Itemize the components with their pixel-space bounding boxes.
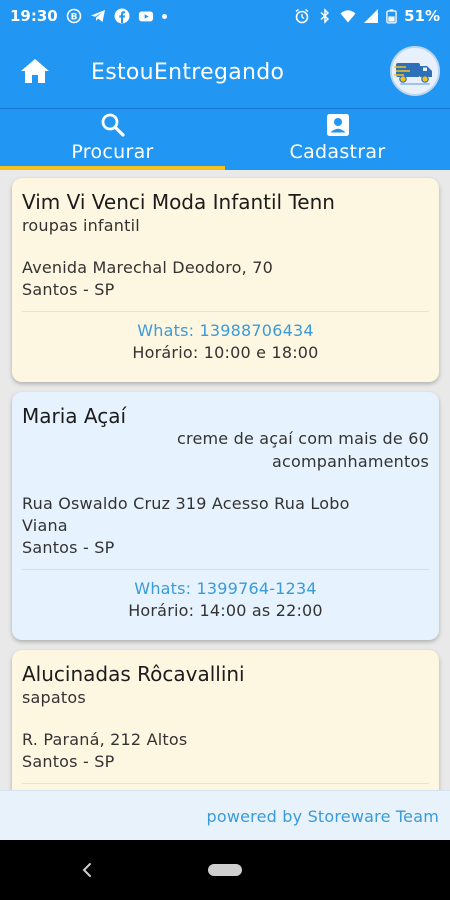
store-description: sapatos xyxy=(22,688,86,707)
search-icon xyxy=(101,113,125,137)
store-card[interactable]: Alucinadas Rôcavallini sapatos R. Paraná… xyxy=(12,650,439,790)
alarm-icon xyxy=(295,8,309,24)
dot-icon xyxy=(161,13,167,19)
signal-icon xyxy=(364,9,379,23)
store-description-cont: acompanhamentos xyxy=(272,452,429,471)
wifi-icon xyxy=(340,10,356,23)
tab-cadastrar-label: Cadastrar xyxy=(289,141,386,163)
store-city: Santos - SP xyxy=(22,538,115,557)
status-bar: 19:30 B 51% xyxy=(0,0,450,32)
store-address: Avenida Marechal Deodoro, 70 xyxy=(22,258,273,277)
battery-percent: 51% xyxy=(404,7,440,25)
system-nav-bar xyxy=(0,840,450,900)
back-icon[interactable] xyxy=(80,862,94,878)
telegram-icon xyxy=(90,10,105,22)
store-delivery-logo[interactable] xyxy=(390,46,440,96)
whatsapp-link[interactable]: Whats: 13988706434 xyxy=(12,321,439,340)
powered-by-link[interactable]: powered by Storeware Team xyxy=(206,807,439,826)
card-divider xyxy=(22,311,429,312)
store-hours: Horário: 14:00 as 22:00 xyxy=(128,601,323,620)
tabs-divider xyxy=(0,108,450,109)
store-address: Rua Oswaldo Cruz 319 Acesso Rua Lobo xyxy=(22,494,350,513)
bluetooth-icon xyxy=(320,8,330,24)
battery-icon xyxy=(386,9,397,24)
home-pill-button[interactable] xyxy=(208,864,242,876)
store-description: roupas infantil xyxy=(22,216,140,235)
store-address-cont: Viana xyxy=(22,516,68,535)
facebook-icon xyxy=(114,8,130,24)
tab-procurar-label: Procurar xyxy=(71,141,154,163)
home-icon[interactable] xyxy=(20,58,50,84)
store-hours: Horário: 10:00 e 18:00 xyxy=(132,343,319,362)
svg-text:B: B xyxy=(70,13,77,23)
youtube-icon xyxy=(138,11,153,22)
store-city: Santos - SP xyxy=(22,752,115,771)
contact-icon xyxy=(326,114,349,136)
card-divider xyxy=(22,569,429,570)
store-card[interactable]: Vim Vi Venci Moda Infantil Tenn roupas i… xyxy=(12,178,439,382)
footer: powered by Storeware Team xyxy=(0,790,450,840)
store-address: R. Paraná, 212 Altos xyxy=(22,730,188,749)
card-divider xyxy=(22,783,429,784)
store-name: Vim Vi Venci Moda Infantil Tenn xyxy=(22,190,335,214)
whatsapp-link[interactable]: Whats: 1399764-1234 xyxy=(12,579,439,598)
app-bar: EstouEntregando xyxy=(0,32,450,108)
tab-cadastrar[interactable]: Cadastrar xyxy=(225,108,450,170)
tab-bar: Procurar Cadastrar xyxy=(0,108,450,170)
store-name: Alucinadas Rôcavallini xyxy=(22,662,245,686)
store-list[interactable]: Vim Vi Venci Moda Infantil Tenn roupas i… xyxy=(0,170,450,790)
store-description: creme de açaí com mais de 60 xyxy=(177,429,429,448)
b-circle-icon: B xyxy=(66,8,82,24)
logo-graphic xyxy=(394,63,432,85)
store-name: Maria Açaí xyxy=(22,404,127,428)
status-time: 19:30 xyxy=(10,7,58,25)
tab-procurar[interactable]: Procurar xyxy=(0,108,225,170)
store-card[interactable]: Maria Açaí creme de açaí com mais de 60 … xyxy=(12,392,439,640)
app-title: EstouEntregando xyxy=(91,60,285,85)
store-city: Santos - SP xyxy=(22,280,115,299)
